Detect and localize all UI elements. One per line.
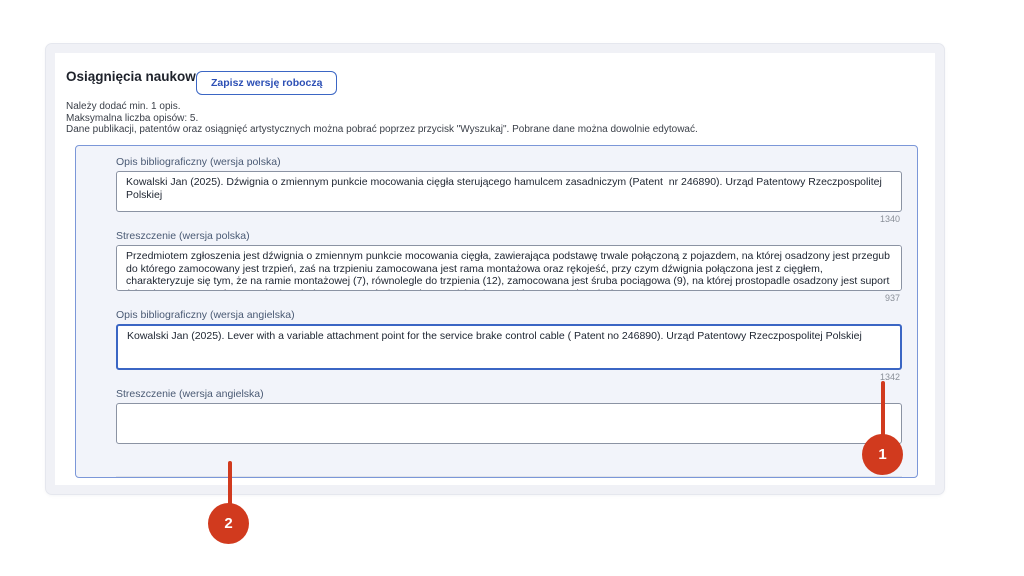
annotation-marker-2: 2 (208, 503, 249, 544)
save-draft-button[interactable]: Zapisz wersję roboczą (196, 71, 337, 95)
abstract-en-label: Streszczenie (wersja angielska) (116, 388, 902, 400)
annotation-marker-1: 1 (862, 434, 903, 475)
achievements-card: Osiągnięcia naukowe Zapisz wersję robocz… (46, 44, 944, 494)
field-bibliographic-en: Opis bibliograficzny (wersja angielska) … (116, 309, 902, 388)
abstract-en-counter: 1500 (116, 444, 902, 462)
card-content: Osiągnięcia naukowe Zapisz wersję robocz… (55, 53, 935, 485)
page-title: Osiągnięcia naukowe (66, 69, 203, 84)
bibliographic-pl-label: Opis bibliograficzny (wersja polska) (116, 156, 902, 168)
annotation-line-1 (881, 381, 885, 437)
abstract-pl-input[interactable] (116, 245, 902, 291)
bibliographic-pl-input[interactable] (116, 171, 902, 212)
abstract-pl-label: Streszczenie (wersja polska) (116, 230, 902, 242)
bibliographic-en-counter: 1342 (116, 370, 902, 388)
actions-divider (116, 476, 902, 477)
form-hints: Należy dodać min. 1 opis. Maksymalna lic… (66, 101, 698, 136)
abstract-pl-counter: 937 (116, 291, 902, 309)
annotation-line-2 (228, 461, 232, 507)
description-form-panel: Opis bibliograficzny (wersja polska) 134… (75, 145, 918, 478)
field-bibliographic-pl: Opis bibliograficzny (wersja polska) 134… (116, 156, 902, 230)
field-abstract-en: Streszczenie (wersja angielska) 1500 (116, 388, 902, 462)
bibliographic-en-input[interactable] (116, 324, 902, 370)
hint-max-descriptions: Maksymalna liczba opisów: 5. (66, 113, 698, 125)
hint-search-info: Dane publikacji, patentów oraz osiągnięć… (66, 124, 698, 136)
bibliographic-en-label: Opis bibliograficzny (wersja angielska) (116, 309, 902, 321)
abstract-en-input[interactable] (116, 403, 902, 444)
field-abstract-pl: Streszczenie (wersja polska) 937 (116, 230, 902, 309)
hint-min-descriptions: Należy dodać min. 1 opis. (66, 101, 698, 113)
bibliographic-pl-counter: 1340 (116, 212, 902, 230)
